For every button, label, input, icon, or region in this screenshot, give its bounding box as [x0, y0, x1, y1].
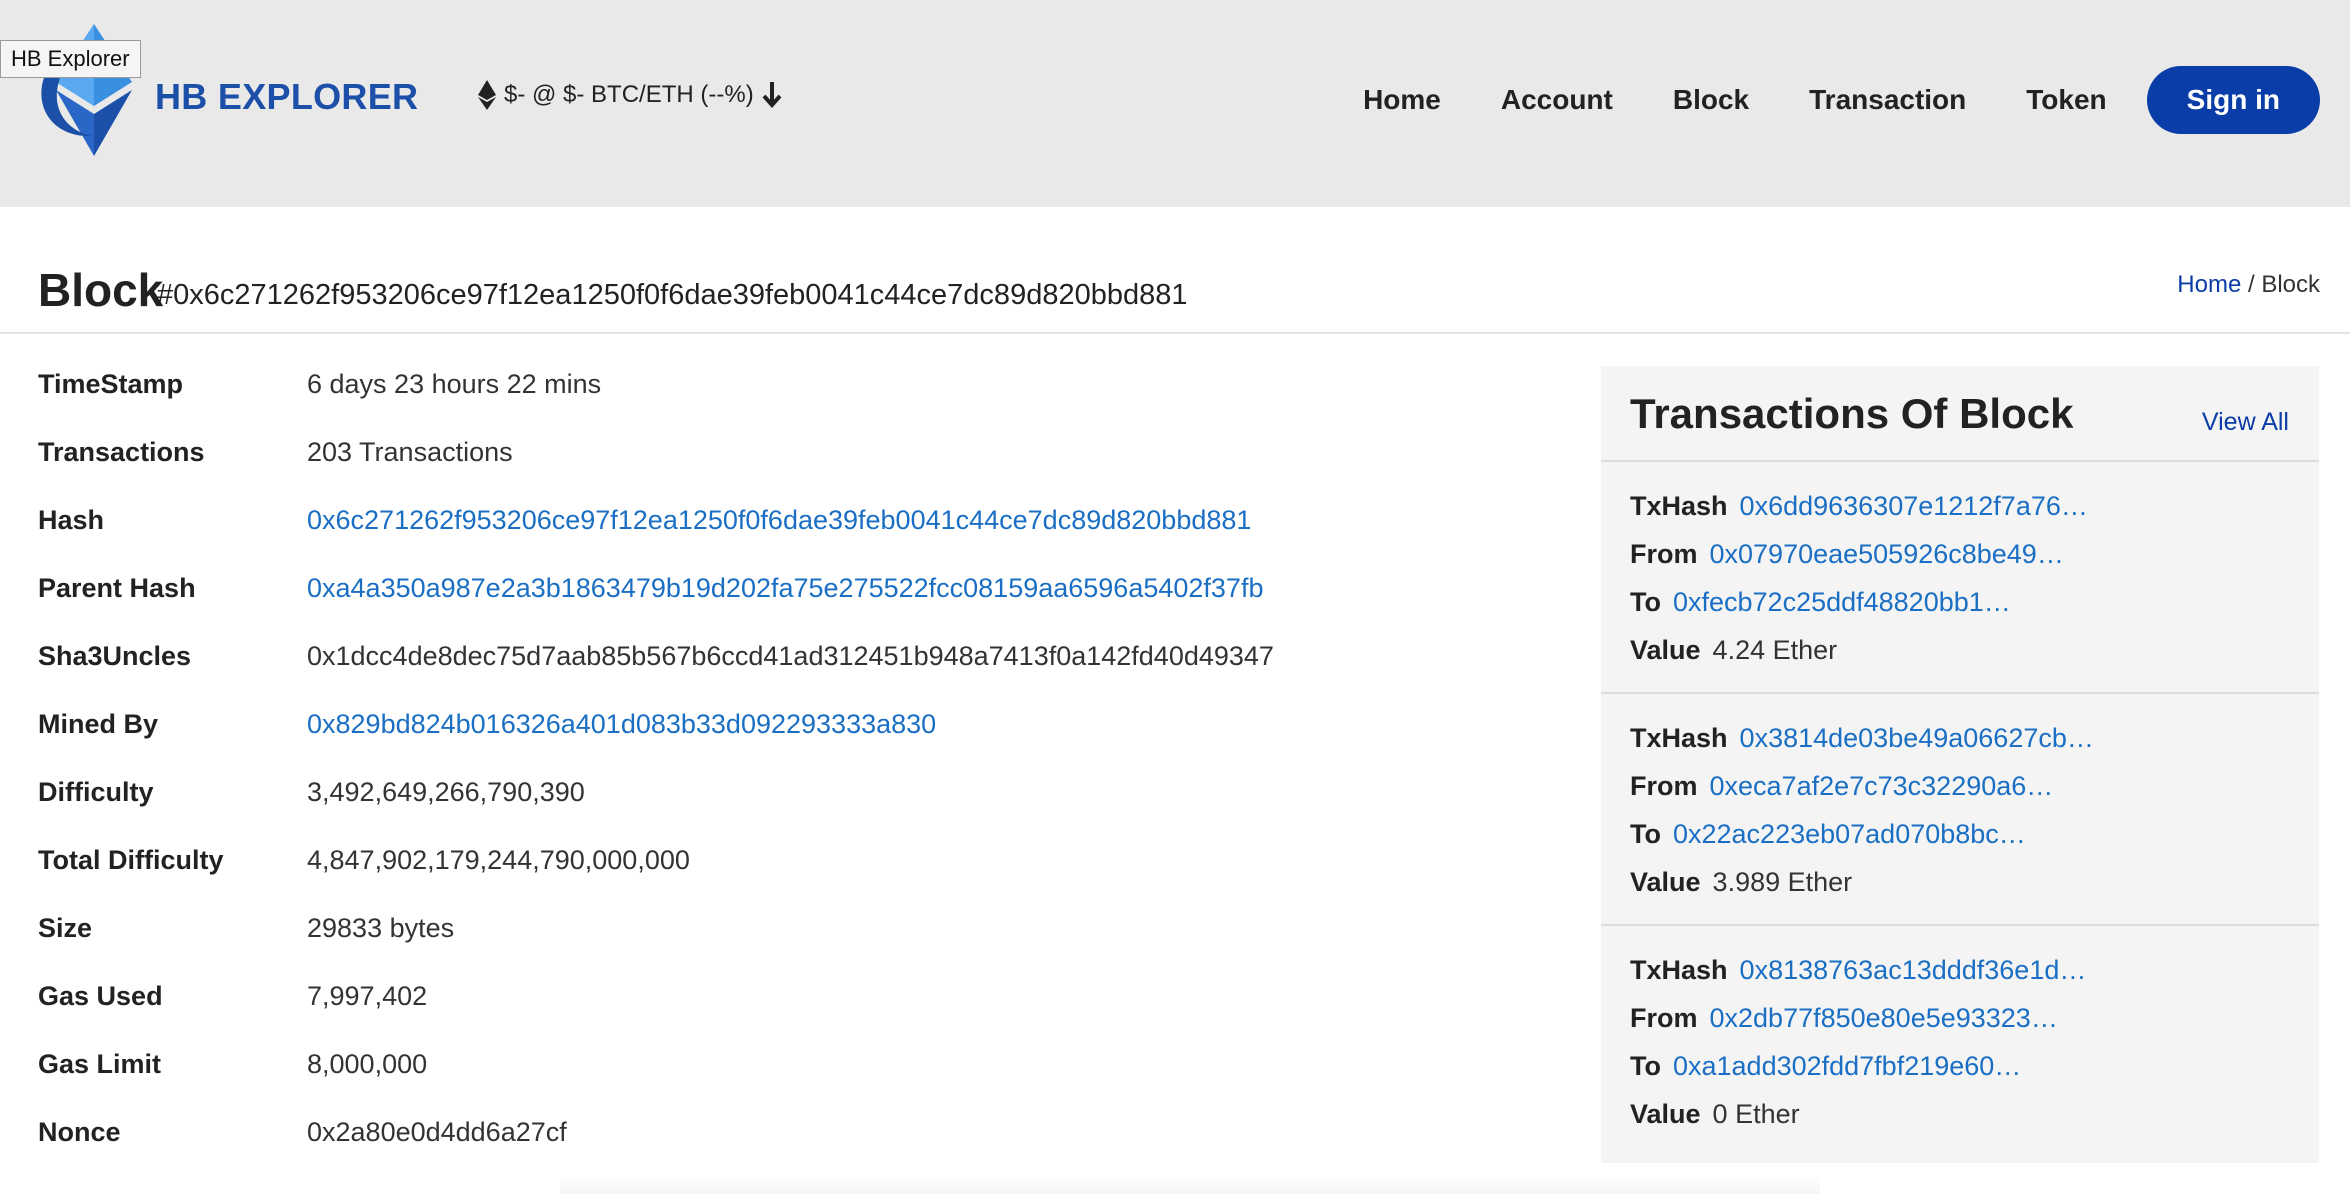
detail-label: Difficulty — [38, 777, 154, 807]
detail-value: 203 Transactions — [307, 437, 513, 467]
transaction-item: TxHash 0x8138763ac13dddf36e1d… From 0x2db7… — [1601, 926, 2319, 1158]
transaction-item: TxHash 0x6dd9636307e1212f7a76… From 0x0797… — [1601, 462, 2319, 694]
detail-value: 4,847,902,179,244,790,000,000 — [307, 845, 690, 875]
nav-home[interactable]: Home — [1363, 84, 1441, 116]
txhash-link[interactable]: 0x6dd9636307e1212f7a76… — [1740, 491, 2088, 522]
detail-value: 3,492,649,266,790,390 — [307, 777, 585, 807]
from-address-link[interactable]: 0x2db77f850e80e5e93323… — [1710, 1003, 2058, 1034]
txhash-label: TxHash — [1630, 722, 1728, 753]
detail-value: 29833 bytes — [307, 913, 455, 943]
miner-address-link[interactable]: 0x829bd824b016326a401d083b33d092293333a8… — [307, 706, 936, 742]
main-nav: Home Account Block Transaction Token Sig… — [1363, 66, 2320, 134]
brand-name[interactable]: HB EXPLORER — [155, 76, 418, 118]
from-address-link[interactable]: 0x07970eae505926c8be49… — [1710, 539, 2064, 570]
hash-link[interactable]: 0x6c271262f953206ce97f12ea1250f0f6dae39f… — [307, 502, 1251, 538]
tx-value: 3.989 Ether — [1712, 866, 1853, 897]
detail-row-gas-limit: Gas Limit 8,000,000 — [38, 1046, 1538, 1114]
detail-label: Sha3Uncles — [38, 641, 192, 671]
breadcrumb: Home / Block — [2177, 271, 2320, 299]
detail-row-timestamp: TimeStamp 6 days 23 hours 22 mins — [38, 366, 1538, 434]
detail-row-gas-used: Gas Used 7,997,402 — [38, 978, 1538, 1046]
txhash-link[interactable]: 0x8138763ac13dddf36e1d… — [1740, 955, 2087, 986]
detail-row-mined-by: Mined By 0x829bd824b016326a401d083b33d09… — [38, 706, 1538, 774]
ticker-text: $- @ $- BTC/ETH (--%) — [504, 81, 754, 108]
nav-block[interactable]: Block — [1673, 84, 1749, 116]
detail-value: 6 days 23 hours 22 mins — [307, 369, 602, 399]
detail-row-parent-hash: Parent Hash 0xa4a350a987e2a3b1863479b19d… — [38, 570, 1538, 638]
detail-label: Size — [38, 913, 93, 943]
sign-in-button[interactable]: Sign in — [2146, 66, 2320, 134]
arrow-down-icon — [762, 82, 782, 108]
to-address-link[interactable]: 0xa1add302fdd7fbf219e60… — [1673, 1051, 2021, 1082]
browser-tooltip: HB Explorer — [0, 40, 141, 78]
detail-label: Total Difficulty — [38, 845, 224, 875]
to-label: To — [1630, 586, 1661, 617]
detail-row-total-difficulty: Total Difficulty 4,847,902,179,244,790,0… — [38, 842, 1538, 910]
detail-label: Nonce — [38, 1117, 121, 1147]
txhash-label: TxHash — [1630, 954, 1728, 985]
breadcrumb-separator: / — [2247, 271, 2255, 298]
panel-title: Transactions Of Block — [1630, 390, 2074, 437]
detail-row-sha3uncles: Sha3Uncles 0x1dcc4de8dec75d7aab85b567b6c… — [38, 638, 1538, 706]
value-label: Value — [1630, 1098, 1701, 1129]
transactions-of-block-panel: Transactions Of Block View All TxHash 0x6… — [1601, 366, 2319, 1163]
detail-value: 0x1dcc4de8dec75d7aab85b567b6ccd41ad31245… — [307, 641, 1274, 671]
block-details: TimeStamp 6 days 23 hours 22 mins Transa… — [38, 366, 1538, 1182]
transaction-item: TxHash 0x3814de03be49a06627cb… From 0xeca7… — [1601, 694, 2319, 926]
detail-label: Transactions — [38, 437, 205, 467]
price-ticker: $- @ $- BTC/ETH (--%) — [478, 80, 782, 110]
to-label: To — [1630, 818, 1661, 849]
nav-transaction[interactable]: Transaction — [1809, 84, 1966, 116]
detail-row-size: Size 29833 bytes — [38, 910, 1538, 978]
bottom-shadow — [560, 1176, 1820, 1194]
top-navbar: HB EXPLORER $- @ $- BTC/ETH (--%) Home A… — [0, 0, 2350, 207]
from-label: From — [1630, 538, 1698, 569]
detail-row-nonce: Nonce 0x2a80e0d4dd6a27cf — [38, 1114, 1538, 1182]
page-header: Block #0x6c271262f953206ce97f12ea1250f0f… — [0, 207, 2350, 334]
from-address-link[interactable]: 0xeca7af2e7c73c32290a6… — [1710, 771, 2054, 802]
parent-hash-link[interactable]: 0xa4a350a987e2a3b1863479b19d202fa75e2755… — [307, 570, 1263, 606]
breadcrumb-current: Block — [2261, 271, 2320, 298]
to-label: To — [1630, 1050, 1661, 1081]
block-hash-title: #0x6c271262f953206ce97f12ea1250f0f6dae39… — [157, 279, 1188, 311]
detail-label: Parent Hash — [38, 573, 196, 603]
detail-label: Hash — [38, 505, 105, 535]
panel-header: Transactions Of Block View All — [1601, 366, 2319, 462]
detail-row-transactions: Transactions 203 Transactions — [38, 434, 1538, 502]
detail-value: 7,997,402 — [307, 981, 428, 1011]
to-address-link[interactable]: 0xfecb72c25ddf48820bb1… — [1673, 587, 2011, 618]
txhash-label: TxHash — [1630, 490, 1728, 521]
value-label: Value — [1630, 866, 1701, 897]
to-address-link[interactable]: 0x22ac223eb07ad070b8bc… — [1673, 819, 2026, 850]
tx-value: 4.24 Ether — [1712, 634, 1838, 665]
detail-label: Gas Used — [38, 981, 163, 1011]
from-label: From — [1630, 1002, 1698, 1033]
detail-row-difficulty: Difficulty 3,492,649,266,790,390 — [38, 774, 1538, 842]
value-label: Value — [1630, 634, 1701, 665]
breadcrumb-home[interactable]: Home — [2177, 271, 2241, 298]
detail-label: Mined By — [38, 709, 159, 739]
view-all-link[interactable]: View All — [2202, 408, 2289, 437]
txhash-link[interactable]: 0x3814de03be49a06627cb… — [1740, 723, 2094, 754]
detail-value: 0x2a80e0d4dd6a27cf — [307, 1117, 567, 1147]
detail-value: 8,000,000 — [307, 1049, 428, 1079]
tx-value: 0 Ether — [1712, 1098, 1800, 1129]
page-title: Block — [38, 264, 164, 316]
detail-label: TimeStamp — [38, 369, 184, 399]
from-label: From — [1630, 770, 1698, 801]
ethereum-icon — [478, 80, 496, 110]
detail-row-hash: Hash 0x6c271262f953206ce97f12ea1250f0f6d… — [38, 502, 1538, 570]
detail-label: Gas Limit — [38, 1049, 162, 1079]
nav-account[interactable]: Account — [1501, 84, 1613, 116]
nav-token[interactable]: Token — [2026, 84, 2106, 116]
